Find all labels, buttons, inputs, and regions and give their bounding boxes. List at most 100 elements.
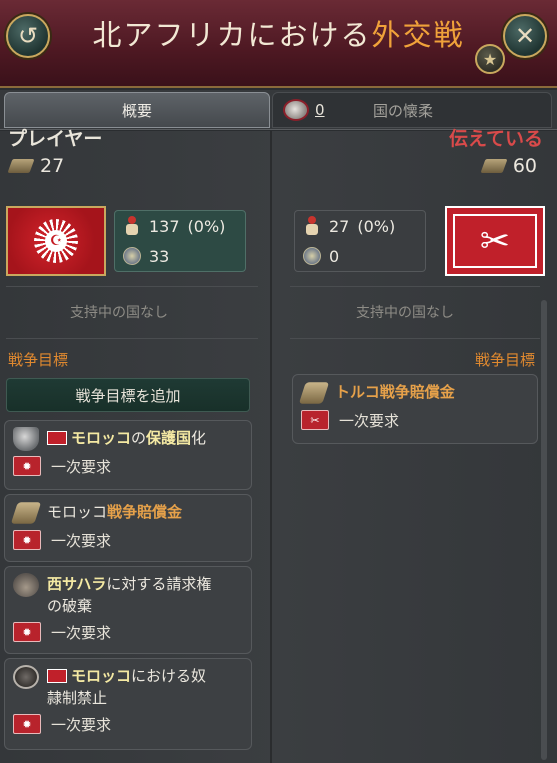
side-divider: [270, 131, 272, 763]
soldier-icon: [303, 216, 321, 236]
right-stats-box: 27 (0%) 0: [294, 210, 426, 272]
goal-country: トルコ: [335, 383, 380, 401]
left-score-value: 27: [40, 155, 65, 177]
war-goal-text: モロッコにおける奴 隷制禁止: [5, 659, 251, 709]
goal-country: モロッコ: [71, 429, 132, 447]
tab-infamy[interactable]: 0 国の懐柔: [272, 92, 552, 128]
left-side-name: プレイヤー: [8, 128, 103, 150]
left-generals: 33: [149, 246, 170, 266]
infamy-icon: [283, 99, 309, 121]
tab-overview[interactable]: 概要: [4, 92, 270, 128]
soldier-icon: [123, 216, 141, 236]
goal-text-part: 化: [191, 429, 207, 447]
goal-text-part: における奴: [131, 667, 207, 685]
demand-row: ✂ 一次要求: [293, 405, 537, 435]
war-goal-text: トルコ戦争賠償金: [293, 375, 537, 405]
divider-line: [6, 338, 258, 339]
demand-badge-icon: ✂: [301, 410, 329, 430]
protectorate-icon: [13, 427, 39, 451]
goal-keyword: 戦争賠償金: [379, 383, 455, 401]
claim-icon: [13, 573, 39, 597]
left-score: 27: [7, 155, 65, 177]
ban-slavery-icon: [13, 665, 39, 689]
ottoman-flag[interactable]: ☪: [6, 206, 106, 276]
right-generals: 0: [329, 246, 340, 266]
general-icon: [303, 247, 321, 265]
reparations-icon: [298, 382, 330, 404]
window-header: ↺ 北アフリカにおける外交戦 ✕ ★: [0, 0, 557, 88]
reparations-icon: [10, 502, 42, 524]
back-icon: ↺: [17, 22, 39, 50]
war-goal-card[interactable]: モロッコにおける奴 隷制禁止 ✹ 一次要求: [4, 658, 252, 750]
demand-label: 一次要求: [51, 715, 112, 734]
demand-label: 一次要求: [51, 623, 112, 642]
war-goal-card[interactable]: モロッコ戦争賠償金 ✹ 一次要求: [4, 494, 252, 562]
right-score: 60: [480, 155, 537, 177]
tab-overview-label: 概要: [121, 101, 152, 120]
right-soldiers: 27: [329, 216, 350, 236]
right-score-value: 60: [512, 155, 537, 177]
morocco-mini-flag-icon: [47, 668, 67, 683]
star-crescent-emblem-icon: ☪: [34, 219, 78, 263]
tab-infamy-label: 国の懐柔: [373, 101, 434, 120]
left-stats-box: 137 (0%) 33: [114, 210, 246, 272]
war-score-icon: [480, 159, 508, 173]
left-goals-title: 戦争目標: [8, 351, 69, 369]
demand-row: ✹ 一次要求: [5, 709, 251, 739]
goal-text-part: の: [131, 429, 147, 447]
divider-line: [6, 286, 258, 287]
right-soldiers-row: 27 (0%): [295, 211, 425, 241]
morocco-mini-flag-icon: [47, 430, 67, 445]
demand-row: ✹ 一次要求: [5, 451, 251, 481]
goal-keyword: 保護国: [146, 429, 192, 447]
demand-label: 一次要求: [51, 457, 112, 476]
divider-line: [290, 286, 540, 287]
demand-badge-icon: ✹: [13, 714, 41, 734]
title-main: 北アフリカにおける: [92, 18, 372, 52]
demand-badge-icon: ✹: [13, 456, 41, 476]
close-button[interactable]: ✕: [503, 14, 547, 58]
demand-label: 一次要求: [51, 531, 112, 550]
demand-badge-icon: ✹: [13, 622, 41, 642]
goal-text-part: の破棄: [47, 597, 93, 615]
infamy-count: 0: [315, 101, 325, 119]
demand-badge-icon: ✹: [13, 530, 41, 550]
right-generals-row: 0: [295, 241, 425, 271]
add-war-goal-label: 戦争目標を追加: [75, 386, 181, 405]
war-goal-text: 西サハラに対する請求権 の破棄: [5, 567, 251, 617]
close-icon: ✕: [514, 22, 536, 50]
favorite-button[interactable]: ★: [475, 44, 505, 74]
left-soldiers-pct: (0%): [187, 216, 226, 236]
left-soldiers: 137: [149, 216, 180, 236]
demand-row: ✹ 一次要求: [5, 617, 251, 647]
demand-row: ✹ 一次要求: [5, 525, 251, 555]
goal-region: 西サハラ: [47, 575, 107, 593]
war-goal-card[interactable]: 西サハラに対する請求権 の破棄 ✹ 一次要求: [4, 566, 252, 654]
page-title: 北アフリカにおける外交戦: [60, 12, 497, 54]
left-no-support: 支持中の国なし: [70, 305, 168, 321]
goal-text-part: 隷制禁止: [47, 689, 108, 707]
goal-country: モロッコ: [47, 503, 108, 521]
war-goal-text: モロッコ戦争賠償金: [5, 495, 251, 525]
left-soldiers-row: 137 (0%): [115, 211, 245, 241]
crossed-swords-icon: ✂: [479, 220, 511, 262]
goal-text-part: に対する請求権: [106, 575, 212, 593]
war-goal-text: モロッコの保護国化: [5, 421, 251, 451]
right-side-name: 伝えている: [448, 128, 543, 150]
demand-label: 一次要求: [339, 411, 400, 430]
right-goals-title: 戦争目標: [474, 351, 535, 369]
goal-keyword: 戦争賠償金: [107, 503, 183, 521]
back-button[interactable]: ↺: [6, 14, 50, 58]
left-generals-row: 33: [115, 241, 245, 271]
star-icon: ★: [482, 49, 498, 69]
general-icon: [123, 247, 141, 265]
scrollbar[interactable]: [541, 300, 547, 760]
morocco-flag[interactable]: ✂: [445, 206, 545, 276]
divider-line: [290, 338, 540, 339]
title-highlight: 外交戦: [371, 18, 465, 52]
right-no-support: 支持中の国なし: [356, 305, 454, 321]
war-goal-card[interactable]: モロッコの保護国化 ✹ 一次要求: [4, 420, 252, 490]
add-war-goal-button[interactable]: 戦争目標を追加: [6, 378, 250, 412]
war-score-icon: [7, 159, 35, 173]
war-goal-card[interactable]: トルコ戦争賠償金 ✂ 一次要求: [292, 374, 538, 444]
